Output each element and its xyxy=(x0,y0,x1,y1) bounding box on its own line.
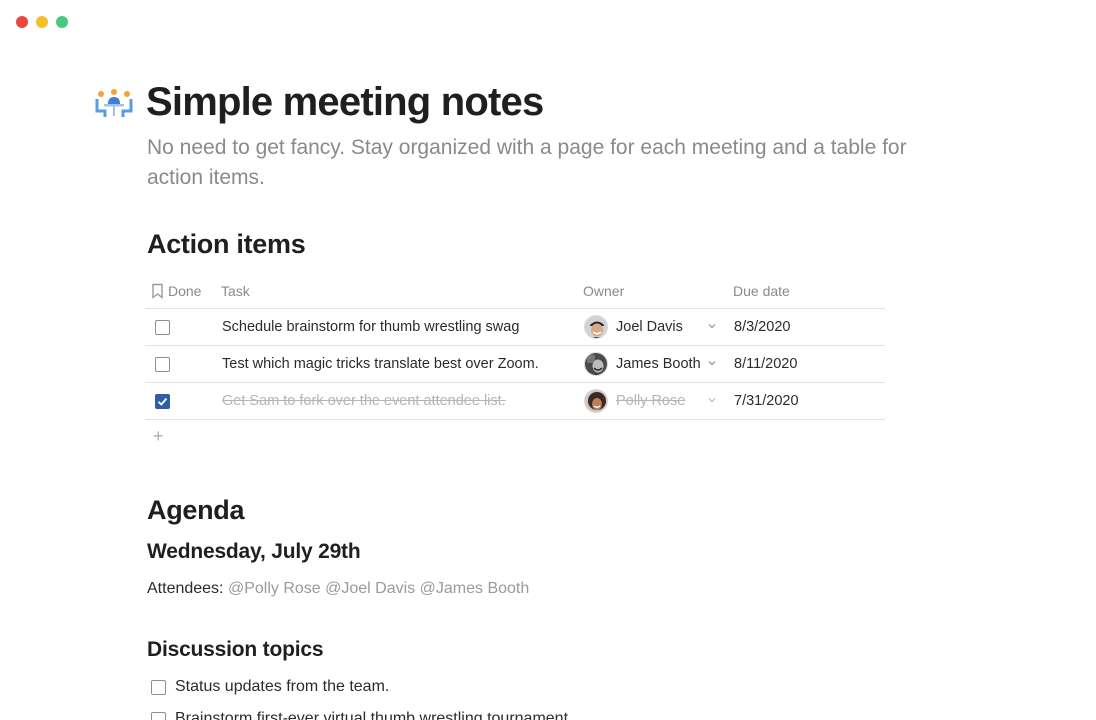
column-header-done[interactable]: Done xyxy=(151,283,201,299)
todo-text[interactable]: Brainstorm first-ever virtual thumb wres… xyxy=(175,710,572,720)
app-window: Simple meeting notes No need to get fanc… xyxy=(0,0,1096,720)
chevron-down-icon[interactable] xyxy=(707,321,717,331)
avatar xyxy=(584,389,608,413)
mention-james-booth[interactable]: @James Booth xyxy=(420,580,530,597)
todo-item: Status updates from the team. xyxy=(151,678,389,696)
due-date-cell[interactable]: 8/11/2020 xyxy=(734,356,797,372)
discussion-topics-heading[interactable]: Discussion topics xyxy=(147,638,324,662)
mention-joel-davis[interactable]: @Joel Davis xyxy=(325,580,415,597)
done-checkbox[interactable] xyxy=(155,357,170,372)
table-row[interactable]: Test which magic tricks translate best o… xyxy=(145,346,885,383)
attendees-line[interactable]: Attendees: @Polly Rose @Joel Davis @Jame… xyxy=(147,580,529,598)
due-date-cell[interactable]: 7/31/2020 xyxy=(734,393,799,409)
task-cell[interactable]: Schedule brainstorm for thumb wrestling … xyxy=(222,319,519,335)
todo-checkbox[interactable] xyxy=(151,679,166,695)
column-header-owner[interactable]: Owner xyxy=(583,283,624,299)
todo-text[interactable]: Status updates from the team. xyxy=(175,678,389,696)
plus-icon: + xyxy=(153,426,164,446)
bookmark-icon xyxy=(152,283,163,299)
agenda-heading[interactable]: Agenda xyxy=(147,495,245,526)
page-title[interactable]: Simple meeting notes xyxy=(146,80,544,125)
attendees-label: Attendees: xyxy=(147,580,224,597)
done-checkbox[interactable] xyxy=(155,394,170,409)
todo-checkbox[interactable] xyxy=(151,711,166,720)
action-items-table: Done Task Owner Due date Schedule brains… xyxy=(145,273,885,454)
add-row-button[interactable]: + xyxy=(145,420,885,454)
task-cell[interactable]: Test which magic tricks translate best o… xyxy=(222,356,539,372)
avatar xyxy=(584,352,608,376)
maximize-window-button[interactable] xyxy=(56,16,68,28)
done-checkbox[interactable] xyxy=(155,320,170,335)
task-cell[interactable]: Get Sam to fork over the event attendee … xyxy=(222,393,506,409)
owner-cell[interactable]: James Booth xyxy=(616,356,701,372)
close-window-button[interactable] xyxy=(16,16,28,28)
action-items-heading[interactable]: Action items xyxy=(147,229,306,260)
table-row[interactable]: Get Sam to fork over the event attendee … xyxy=(145,383,885,420)
meeting-date-heading[interactable]: Wednesday, July 29th xyxy=(147,540,361,564)
column-header-task[interactable]: Task xyxy=(221,283,250,299)
checkmark-icon xyxy=(157,397,168,406)
todo-item: Brainstorm first-ever virtual thumb wres… xyxy=(151,710,572,720)
due-date-cell[interactable]: 8/3/2020 xyxy=(734,319,790,335)
chevron-down-icon[interactable] xyxy=(707,358,717,368)
table-row[interactable]: Schedule brainstorm for thumb wrestling … xyxy=(145,309,885,346)
window-controls xyxy=(16,16,68,28)
owner-cell[interactable]: Polly Rose xyxy=(616,393,685,409)
column-header-done-label: Done xyxy=(168,283,202,299)
chevron-down-icon[interactable] xyxy=(707,395,717,405)
column-header-due-date[interactable]: Due date xyxy=(733,283,790,299)
meeting-table-icon[interactable] xyxy=(93,88,135,120)
owner-cell[interactable]: Joel Davis xyxy=(616,319,683,335)
minimize-window-button[interactable] xyxy=(36,16,48,28)
avatar xyxy=(584,315,608,339)
mention-polly-rose[interactable]: @Polly Rose xyxy=(228,580,321,597)
table-header: Done Task Owner Due date xyxy=(145,273,885,309)
page-description[interactable]: No need to get fancy. Stay organized wit… xyxy=(147,133,957,193)
